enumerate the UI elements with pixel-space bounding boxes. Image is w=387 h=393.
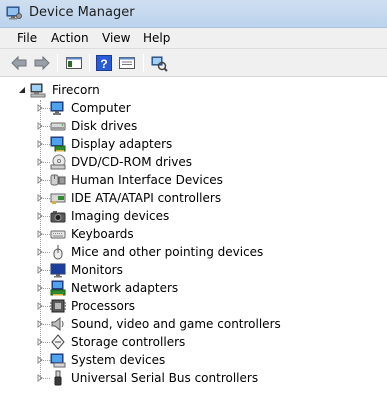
tree-node-label: Keyboards bbox=[71, 227, 134, 241]
tree-node-label: Mice and other pointing devices bbox=[71, 245, 264, 259]
toolbar-separator bbox=[89, 54, 90, 72]
tree-node-label: Display adapters bbox=[71, 137, 173, 151]
menu-bar: File Action View Help bbox=[0, 28, 387, 49]
storage-controller-icon bbox=[51, 334, 65, 350]
tree-node-label: Disk drives bbox=[71, 119, 138, 133]
device-tree[interactable]: Firecorn Computer Disk drives Display ad… bbox=[0, 78, 387, 393]
tree-node-label: IDE ATA/ATAPI controllers bbox=[71, 191, 222, 205]
monitor-icon bbox=[50, 263, 66, 278]
computer-icon bbox=[50, 101, 64, 115]
properties-icon[interactable] bbox=[118, 54, 136, 72]
svg-text:?: ? bbox=[100, 57, 107, 71]
tree-node-label: System devices bbox=[71, 353, 166, 367]
menu-view[interactable]: View bbox=[102, 31, 130, 45]
help-icon[interactable]: ? bbox=[95, 54, 113, 72]
toolbar: ? bbox=[0, 49, 387, 77]
tree-node-network-adapters[interactable]: Network adapters bbox=[0, 279, 387, 297]
toolbar-separator bbox=[143, 54, 144, 72]
menu-file[interactable]: File bbox=[17, 31, 37, 45]
expand-arrow-icon[interactable] bbox=[36, 194, 44, 202]
tree-node-computer[interactable]: Computer bbox=[0, 99, 387, 117]
expand-arrow-icon[interactable] bbox=[36, 266, 44, 274]
tree-node-label: Storage controllers bbox=[71, 335, 186, 349]
tree-node-imaging-devices[interactable]: Imaging devices bbox=[0, 207, 387, 225]
tree-node-disk-drives[interactable]: Disk drives bbox=[0, 117, 387, 135]
menu-action[interactable]: Action bbox=[51, 31, 89, 45]
expand-arrow-icon[interactable] bbox=[36, 356, 44, 364]
tree-node-monitors[interactable]: Monitors bbox=[0, 261, 387, 279]
tree-node-label: Computer bbox=[71, 101, 131, 115]
camera-icon bbox=[50, 211, 66, 223]
toolbar-separator bbox=[57, 54, 58, 72]
tree-node-display-adapters[interactable]: Display adapters bbox=[0, 135, 387, 153]
tree-node-label: DVD/CD-ROM drives bbox=[71, 155, 193, 169]
scan-hardware-icon[interactable] bbox=[150, 54, 168, 72]
tree-node-human-interface-devices[interactable]: Human Interface Devices bbox=[0, 171, 387, 189]
network-adapter-icon bbox=[50, 280, 66, 296]
expand-arrow-icon[interactable] bbox=[36, 248, 44, 256]
tree-node-usb-controllers[interactable]: Universal Serial Bus controllers bbox=[0, 369, 387, 387]
tree-node-label: Processors bbox=[71, 299, 136, 313]
expand-arrow-icon[interactable] bbox=[36, 284, 44, 292]
tree-node-ide-ata-atapi-controllers[interactable]: IDE ATA/ATAPI controllers bbox=[0, 189, 387, 207]
display-adapter-icon bbox=[50, 136, 66, 152]
tree-node-label: Human Interface Devices bbox=[71, 173, 223, 187]
processor-icon bbox=[50, 299, 66, 313]
expand-arrow-icon[interactable] bbox=[36, 212, 44, 220]
hid-icon bbox=[50, 174, 66, 186]
system-devices-icon bbox=[50, 353, 66, 368]
expand-arrow-icon[interactable] bbox=[36, 158, 44, 166]
back-icon[interactable] bbox=[10, 54, 28, 72]
expand-arrow-icon[interactable] bbox=[36, 230, 44, 238]
expand-arrow-icon[interactable] bbox=[36, 374, 44, 382]
expand-arrow-icon[interactable] bbox=[36, 176, 44, 184]
tree-node-sound-video-game[interactable]: Sound, video and game controllers bbox=[0, 315, 387, 333]
expand-arrow-icon[interactable] bbox=[36, 122, 44, 130]
ide-controller-icon bbox=[50, 193, 66, 204]
computer-icon bbox=[30, 83, 46, 98]
collapse-arrow-icon[interactable] bbox=[18, 86, 26, 94]
show-hide-console-tree-icon[interactable] bbox=[65, 54, 83, 72]
keyboard-icon bbox=[50, 230, 66, 239]
expand-arrow-icon[interactable] bbox=[36, 338, 44, 346]
mouse-icon bbox=[53, 244, 63, 260]
tree-node-label: Network adapters bbox=[71, 281, 179, 295]
window-title: Device Manager bbox=[29, 5, 135, 20]
tree-node-label: Monitors bbox=[71, 263, 123, 277]
disk-drive-icon bbox=[50, 122, 66, 131]
usb-icon bbox=[54, 370, 62, 386]
expand-arrow-icon[interactable] bbox=[36, 104, 44, 112]
speaker-icon bbox=[51, 316, 64, 332]
tree-node-label: Sound, video and game controllers bbox=[71, 317, 281, 331]
tree-node-root[interactable]: Firecorn bbox=[0, 81, 387, 99]
dvd-drive-icon bbox=[50, 154, 66, 170]
tree-node-keyboards[interactable]: Keyboards bbox=[0, 225, 387, 243]
tree-node-system-devices[interactable]: System devices bbox=[0, 351, 387, 369]
tree-node-mice[interactable]: Mice and other pointing devices bbox=[0, 243, 387, 261]
expand-arrow-icon[interactable] bbox=[36, 140, 44, 148]
tree-node-label: Imaging devices bbox=[71, 209, 170, 223]
device-manager-icon bbox=[6, 6, 22, 20]
menu-help[interactable]: Help bbox=[143, 31, 170, 45]
title-bar[interactable]: Device Manager bbox=[0, 0, 387, 28]
tree-node-label: Universal Serial Bus controllers bbox=[71, 371, 259, 385]
tree-node-dvd-cd-rom-drives[interactable]: DVD/CD-ROM drives bbox=[0, 153, 387, 171]
expand-arrow-icon[interactable] bbox=[36, 302, 44, 310]
forward-icon[interactable] bbox=[33, 54, 51, 72]
tree-node-storage-controllers[interactable]: Storage controllers bbox=[0, 333, 387, 351]
tree-node-processors[interactable]: Processors bbox=[0, 297, 387, 315]
expand-arrow-icon[interactable] bbox=[36, 320, 44, 328]
tree-node-label: Firecorn bbox=[52, 83, 100, 97]
